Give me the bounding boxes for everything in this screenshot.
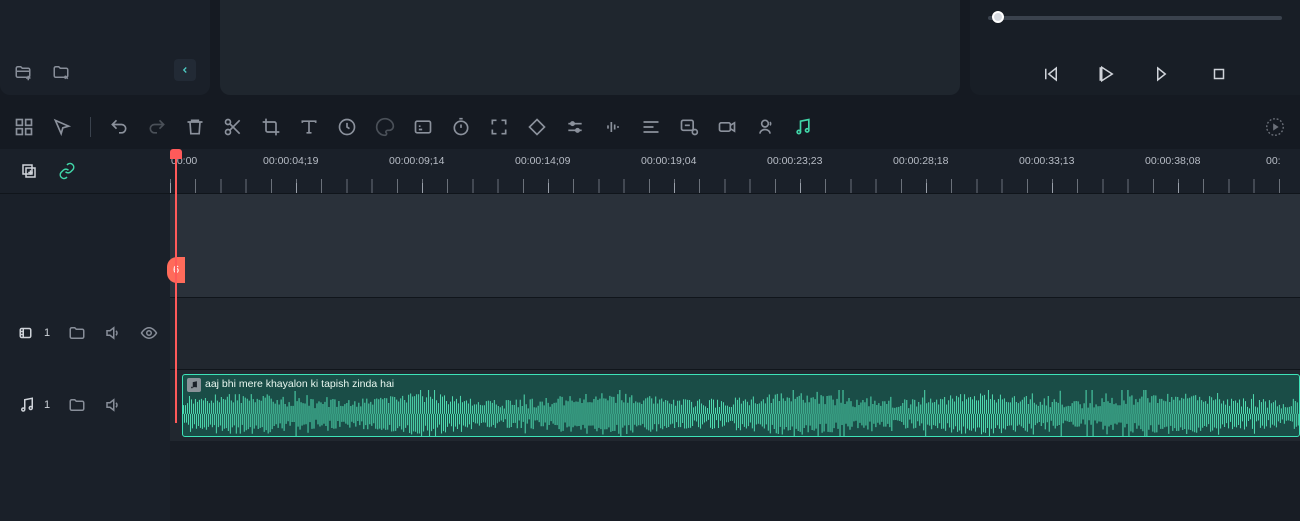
caption-icon[interactable] bbox=[413, 117, 433, 137]
ruler-label: 00:00:38;08 bbox=[1145, 155, 1200, 167]
render-icon[interactable] bbox=[1264, 116, 1286, 138]
video-track-body[interactable] bbox=[170, 297, 1300, 369]
ruler-label: 00:00:14;09 bbox=[515, 155, 570, 167]
remove-folder-icon[interactable] bbox=[52, 63, 70, 81]
collapse-panel-button[interactable] bbox=[174, 59, 196, 81]
time-ruler[interactable]: 00:0000:00:04;1900:00:09;1400:00:14;0900… bbox=[170, 149, 1300, 194]
waveform bbox=[183, 389, 1299, 437]
ruler-label: 00: bbox=[1266, 155, 1281, 167]
folder-icon[interactable] bbox=[68, 396, 86, 414]
video-track-icon[interactable] bbox=[18, 324, 36, 342]
play-forward-icon[interactable] bbox=[1154, 65, 1172, 83]
track-area-bottom[interactable] bbox=[170, 441, 1300, 521]
speaker-icon[interactable] bbox=[104, 396, 122, 414]
palette-icon[interactable] bbox=[375, 117, 395, 137]
video-track-head: 1 bbox=[0, 297, 170, 369]
grid-icon[interactable] bbox=[14, 117, 34, 137]
audio-track-body[interactable]: aaj bhi mere khayalon ki tapish zinda ha… bbox=[170, 369, 1300, 441]
scissors-icon[interactable] bbox=[223, 117, 243, 137]
redo-icon[interactable] bbox=[147, 117, 167, 137]
eye-icon[interactable] bbox=[140, 324, 158, 342]
cursor-icon[interactable] bbox=[52, 117, 72, 137]
progress-thumb[interactable] bbox=[992, 11, 1004, 23]
fit-icon[interactable] bbox=[489, 117, 509, 137]
media-panel-footer bbox=[0, 0, 210, 95]
sliders-icon[interactable] bbox=[565, 117, 585, 137]
transport-controls bbox=[988, 57, 1282, 85]
audio-track-number: 1 bbox=[44, 399, 50, 411]
link-icon[interactable] bbox=[58, 162, 76, 180]
video-track-number: 1 bbox=[44, 327, 50, 339]
audio-adjust-icon[interactable] bbox=[603, 117, 623, 137]
crop-icon[interactable] bbox=[261, 117, 281, 137]
voice-icon[interactable] bbox=[755, 117, 775, 137]
trash-icon[interactable] bbox=[185, 117, 205, 137]
ruler-label: 00:00:23;23 bbox=[767, 155, 822, 167]
music-track-icon[interactable] bbox=[18, 396, 36, 414]
subtitle-icon[interactable] bbox=[679, 117, 699, 137]
track-head-spacer bbox=[0, 194, 170, 297]
toolbar-separator bbox=[90, 117, 91, 137]
audio-clip[interactable]: aaj bhi mere khayalon ki tapish zinda ha… bbox=[182, 374, 1300, 437]
ruler-label: 00:00:28;18 bbox=[893, 155, 948, 167]
speaker-icon[interactable] bbox=[104, 324, 122, 342]
ruler-head bbox=[0, 149, 170, 194]
playback-panel bbox=[970, 0, 1300, 95]
new-folder-icon[interactable] bbox=[14, 63, 32, 81]
ruler-label: 00:00:09;14 bbox=[389, 155, 444, 167]
progress-slider[interactable] bbox=[988, 16, 1282, 20]
timeline-toolbar bbox=[0, 105, 1300, 149]
speed-icon[interactable] bbox=[337, 117, 357, 137]
folder-icon[interactable] bbox=[68, 324, 86, 342]
track-area-spacer[interactable] bbox=[170, 194, 1300, 297]
playhead[interactable] bbox=[175, 149, 177, 423]
step-back-icon[interactable] bbox=[1042, 65, 1060, 83]
track-head-bottom bbox=[0, 441, 170, 521]
stop-icon[interactable] bbox=[1210, 65, 1228, 83]
audio-track-row: 1 aaj bhi mere khayalon ki tapish zinda … bbox=[0, 369, 1300, 441]
ruler-label: 00:00:19;04 bbox=[641, 155, 696, 167]
camera-icon[interactable] bbox=[717, 117, 737, 137]
play-icon[interactable] bbox=[1098, 65, 1116, 83]
keyframe-icon[interactable] bbox=[527, 117, 547, 137]
ruler-label: 00:00:04;19 bbox=[263, 155, 318, 167]
stopwatch-icon[interactable] bbox=[451, 117, 471, 137]
undo-icon[interactable] bbox=[109, 117, 129, 137]
video-track-row: 1 bbox=[0, 297, 1300, 369]
align-icon[interactable] bbox=[641, 117, 661, 137]
text-icon[interactable] bbox=[299, 117, 319, 137]
add-track-icon[interactable] bbox=[20, 162, 38, 180]
timeline: 00:0000:00:04;1900:00:09;1400:00:14;0900… bbox=[0, 149, 1300, 194]
preview-panel bbox=[220, 0, 960, 95]
ruler-label: 00:00:33;13 bbox=[1019, 155, 1074, 167]
audio-track-head: 1 bbox=[0, 369, 170, 441]
music-beat-icon[interactable] bbox=[793, 117, 813, 137]
